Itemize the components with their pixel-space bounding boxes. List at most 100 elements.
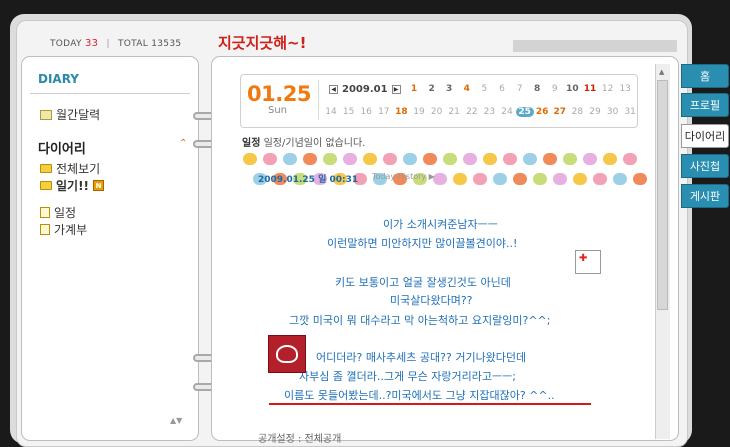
counter-separator: | [106, 39, 110, 49]
content-scrollbar[interactable]: ▲ [655, 64, 670, 439]
menu-view-all[interactable]: 전체보기 [40, 160, 100, 177]
calendar-icon [40, 109, 52, 120]
side-tab[interactable]: 다이어리 [681, 124, 729, 148]
visit-counter: TODAY 33 | TOTAL 13535 [50, 38, 181, 49]
prev-month-icon[interactable]: ◀ [329, 85, 338, 94]
decorative-sticker [423, 153, 437, 165]
menu-label: 가계부 [54, 223, 88, 237]
decorative-sticker [403, 153, 417, 165]
calendar-day[interactable]: 29 [586, 107, 604, 117]
post-line: 미국살다왔다며?? [390, 294, 473, 307]
calendar-day[interactable]: 24 [498, 107, 516, 117]
total-label: TOTAL [118, 39, 149, 49]
post-line: 어디더라? 매사추세츠 공대?? 거기나왔다던데 [316, 351, 527, 364]
calendar-day[interactable]: 25 [515, 107, 534, 117]
scroll-up-icon[interactable]: ▲ [659, 68, 664, 76]
current-month: 2009.01 [342, 84, 388, 95]
decorative-sticker [283, 153, 297, 165]
decorative-sticker [503, 153, 517, 165]
calendar-day[interactable]: 20 [428, 107, 446, 117]
calendar-day[interactable]: 7 [511, 84, 529, 94]
calendar-day[interactable]: 6 [493, 84, 511, 94]
menu-diary-entries[interactable]: 일기!! N [40, 177, 105, 194]
calendar-day[interactable]: 26 [533, 107, 551, 117]
decorative-sticker [523, 153, 537, 165]
decorative-sticker [323, 153, 337, 165]
diary-label: DIARY [38, 72, 79, 86]
side-tab[interactable]: 홈 [681, 64, 729, 88]
calendar-day[interactable]: 1 [405, 84, 423, 94]
calendar-day[interactable]: 19 [410, 107, 428, 117]
decorative-sticker [553, 173, 567, 185]
calendar-day[interactable]: 30 [604, 107, 622, 117]
decorative-sticker [623, 153, 637, 165]
calendar-day[interactable]: 31 [621, 107, 639, 117]
calendar-day[interactable]: 12 [599, 84, 617, 94]
side-tab[interactable]: 프로필 [681, 93, 729, 117]
decorative-sticker [513, 173, 527, 185]
decorative-sticker [453, 173, 467, 185]
decorative-sticker [593, 173, 607, 185]
calendar-day[interactable]: 10 [563, 84, 581, 94]
divider [318, 80, 319, 120]
calendar-day[interactable]: 21 [445, 107, 463, 117]
calendar-day[interactable]: 22 [463, 107, 481, 117]
decorative-sticker [563, 153, 577, 165]
menu-ledger[interactable]: 가계부 [40, 221, 87, 238]
calendar-day[interactable]: 3 [440, 84, 458, 94]
today-label: TODAY [50, 39, 82, 49]
decorative-sticker [613, 173, 627, 185]
schedule-text: 일정/기념일이 없습니다. [263, 138, 366, 149]
month-nav: ◀ 2009.01 ▶ [329, 84, 401, 95]
scroll-arrows-icon[interactable]: ▲▼ [170, 416, 182, 425]
total-value: 13535 [151, 39, 182, 49]
calendar-day[interactable]: 27 [551, 107, 569, 117]
today-history-link[interactable]: Today History ▶ [372, 172, 435, 181]
post-line: 그깟 미국이 뭐 대수라고 막 아는척하고 요지랄잉미?^^; [289, 314, 551, 327]
menu-monthly-calendar[interactable]: 월간달력 [40, 106, 100, 123]
calendar-day[interactable]: 23 [480, 107, 498, 117]
schedule-label: 일정 [242, 138, 261, 149]
decorative-sticker [583, 153, 597, 165]
today-value: 33 [84, 38, 99, 49]
post-line: 키도 보통이고 얼굴 잘생긴것도 아닌데 [335, 276, 511, 289]
calendar-day[interactable]: 15 [340, 107, 358, 117]
decorative-sticker [343, 153, 357, 165]
calendar-day[interactable]: 16 [357, 107, 375, 117]
calendar-day[interactable]: 14 [322, 107, 340, 117]
cat-avatar-image [268, 335, 306, 373]
decorative-sticker [533, 173, 547, 185]
calendar-day[interactable]: 4 [458, 84, 476, 94]
decorative-sticker [473, 173, 487, 185]
post-line: 이가 소개시켜준남자ㅡㅡ [383, 218, 498, 231]
scroll-thumb[interactable] [657, 80, 668, 310]
folder-open-icon [40, 181, 52, 190]
collapse-caret-icon[interactable]: ⌃ [179, 138, 187, 149]
calendar-day[interactable]: 17 [375, 107, 393, 117]
diary-section-title[interactable]: 다이어리 [38, 138, 86, 157]
menu-label: 일기!! [56, 179, 90, 193]
calendar-day[interactable]: 9 [546, 84, 564, 94]
decorative-sticker [433, 173, 447, 185]
selected-date: 01.25 [247, 82, 311, 106]
side-tab[interactable]: 게시판 [681, 184, 729, 208]
decorative-sticker [443, 153, 457, 165]
calendar-day[interactable]: 2 [423, 84, 441, 94]
decorative-sticker [603, 153, 617, 165]
side-tab[interactable]: 사진첩 [681, 154, 729, 178]
menu-schedule[interactable]: 일정 [40, 204, 76, 221]
calendar-day[interactable]: 5 [475, 84, 493, 94]
calendar-day[interactable]: 8 [528, 84, 546, 94]
next-month-icon[interactable]: ▶ [391, 85, 401, 94]
schedule-line: 일정 일정/기념일이 없습니다. [242, 134, 365, 149]
document-icon [40, 224, 50, 235]
decorative-sticker [263, 153, 277, 165]
calendar-day[interactable]: 18 [392, 107, 410, 117]
calendar-day[interactable]: 13 [616, 84, 634, 94]
divider [30, 93, 190, 94]
underline-highlight [269, 403, 591, 405]
calendar-day[interactable]: 28 [568, 107, 586, 117]
page-title: 지긋지긋해~! [218, 34, 307, 52]
calendar-day[interactable]: 11 [581, 84, 599, 94]
selected-weekday: Sun [268, 105, 288, 116]
